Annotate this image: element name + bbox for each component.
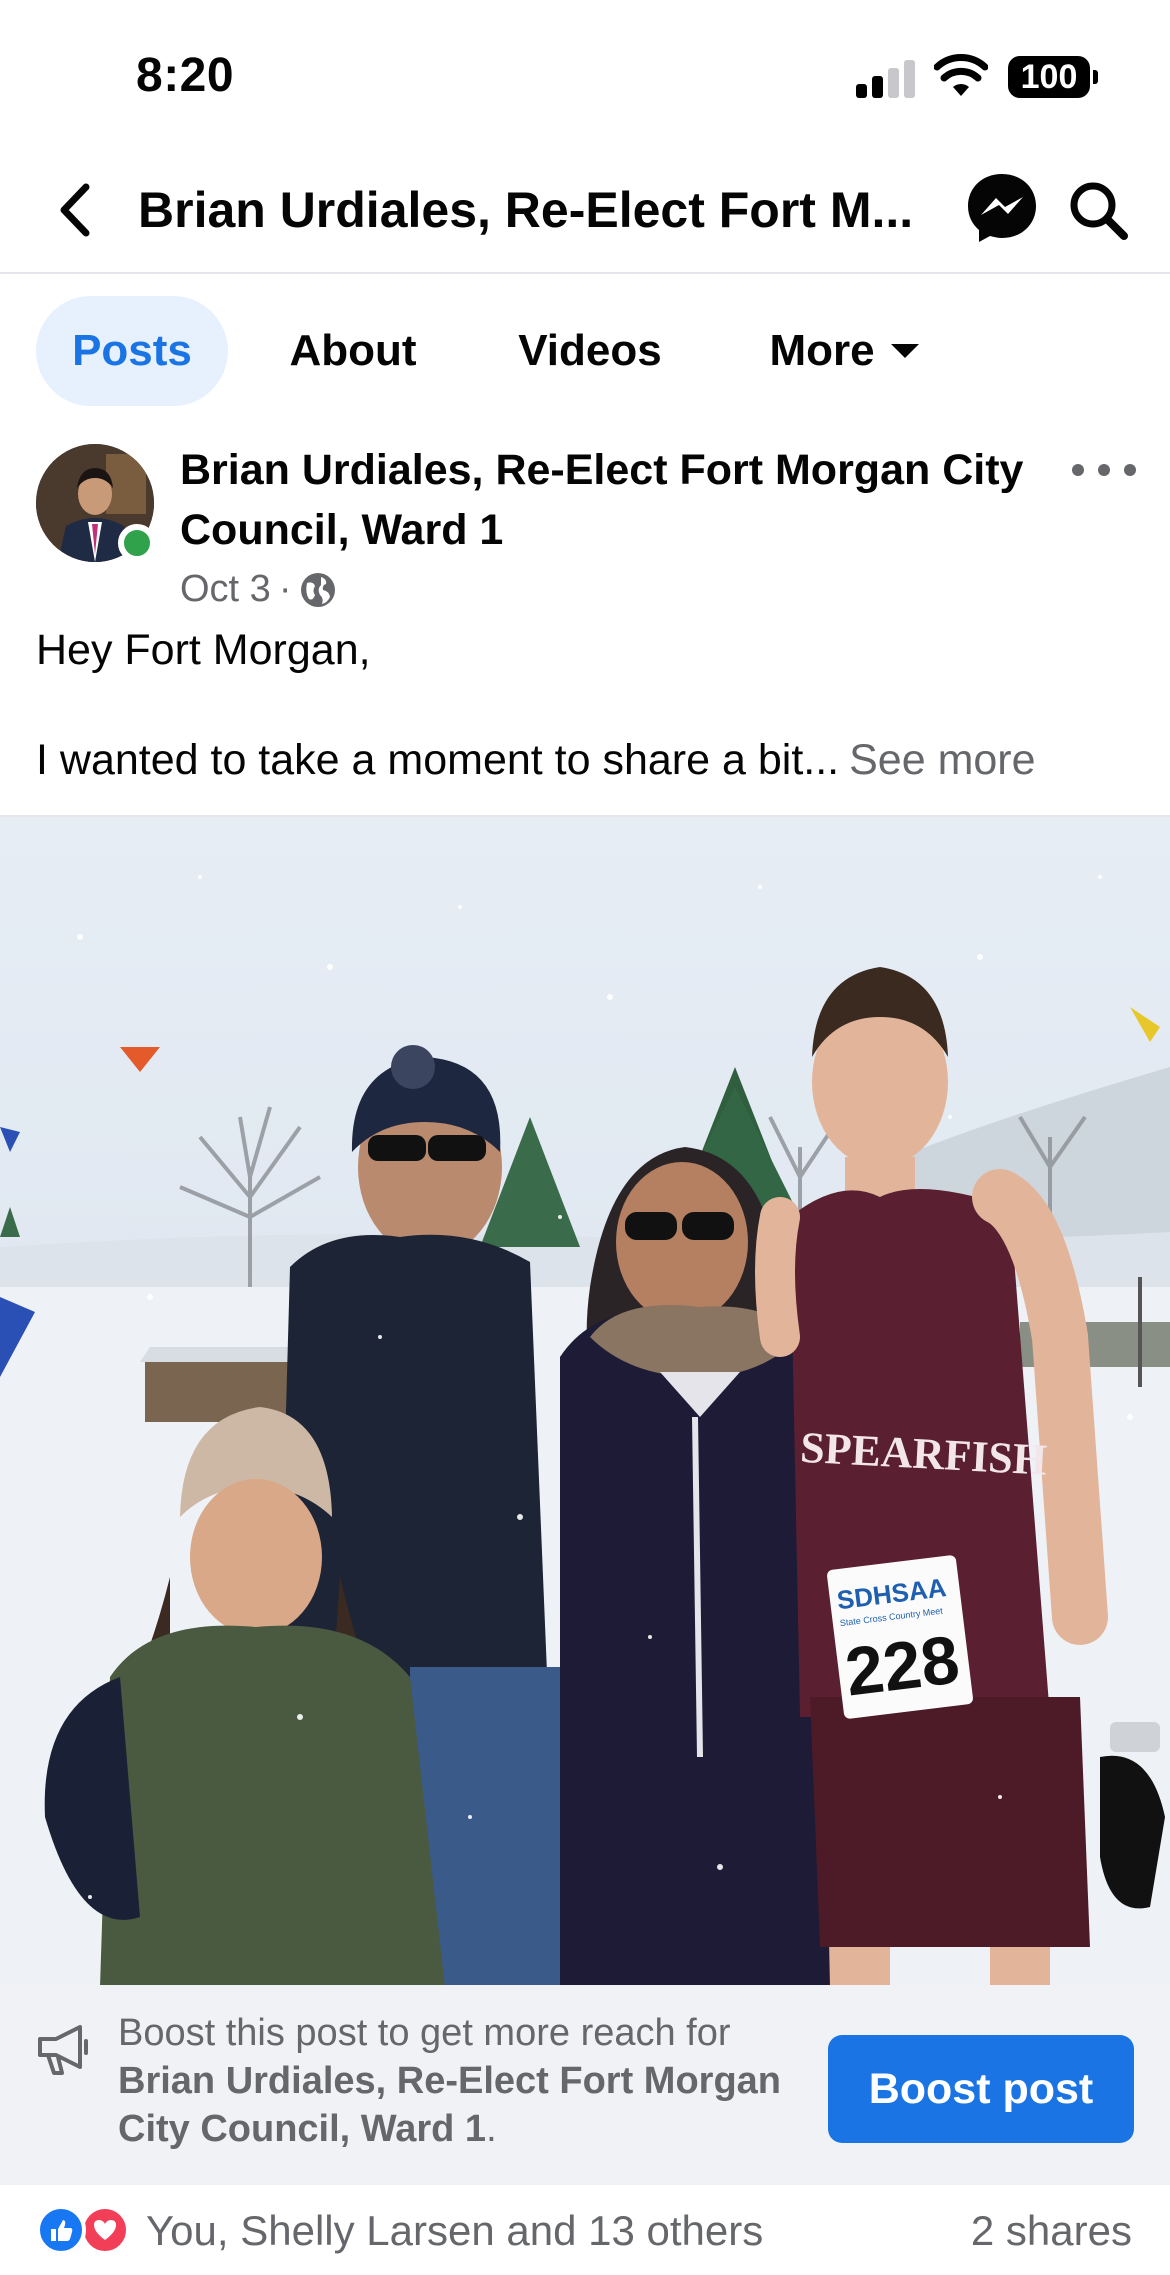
love-icon (80, 2205, 130, 2255)
reactions-bar: You, Shelly Larsen and 13 others 2 share… (0, 2185, 1170, 2275)
tab-more[interactable]: More (744, 296, 944, 406)
status-bar: 8:20 100 (0, 0, 1170, 150)
globe-icon (301, 572, 336, 607)
tab-about[interactable]: About (270, 296, 436, 406)
post-author[interactable]: Brian Urdiales, Re-Elect Fort Morgan Cit… (180, 440, 1040, 560)
status-time: 8:20 (136, 49, 235, 102)
boost-page-name: Brian Urdiales, Re-Elect Fort Morgan Cit… (118, 2060, 782, 2150)
online-status-badge (118, 524, 156, 562)
race-bib: SDHSAA State Cross Country Meet 228 (827, 1555, 973, 1719)
post-text-body: I wanted to take a moment to share a bit… (36, 732, 1036, 788)
dot-icon (1124, 464, 1136, 476)
back-arrow-icon (60, 183, 90, 237)
see-more-link[interactable]: See more (849, 736, 1035, 784)
dot-icon (1098, 464, 1110, 476)
post-photo[interactable]: SPEARFISH SDHSAA State Cross Country Mee… (0, 815, 1170, 1985)
bib-number: 228 (841, 1621, 963, 1710)
post-date[interactable]: Oct 3 (180, 568, 271, 611)
boost-post-button[interactable]: Boost post (828, 2035, 1134, 2143)
page-header: Brian Urdiales, Re-Elect Fort M... (0, 150, 1170, 274)
battery-level: 100 (1020, 57, 1078, 96)
post-meta: Oct 3 · (180, 568, 337, 611)
family-photo-illustration: SPEARFISH SDHSAA State Cross Country Mee… (0, 875, 1170, 1985)
tab-videos[interactable]: Videos (502, 296, 678, 406)
boost-prefix: Boost this post to get more reach for (118, 2012, 731, 2054)
tab-more-label: More (769, 326, 875, 375)
back-button[interactable] (44, 178, 104, 242)
shares-count[interactable]: 2 shares (971, 2207, 1132, 2255)
search-icon (1070, 182, 1128, 240)
page-title: Brian Urdiales, Re-Elect Fort M... (138, 182, 914, 238)
megaphone-icon (38, 2025, 88, 2075)
search-button[interactable] (1060, 172, 1136, 248)
battery-icon: 100 (1008, 56, 1098, 98)
signal-icon (856, 58, 916, 98)
wifi-icon (934, 54, 988, 96)
meta-separator: · (278, 568, 292, 610)
messenger-button[interactable] (962, 168, 1042, 248)
caret-down-icon (890, 344, 919, 358)
post-text-excerpt: I wanted to take a moment to share a bit… (36, 736, 840, 784)
boost-message: Boost this post to get more reach for Br… (118, 2009, 818, 2153)
dot-icon (1072, 464, 1084, 476)
messenger-icon (968, 174, 1036, 242)
post-options-button[interactable] (1072, 450, 1136, 490)
boost-suffix: . (486, 2108, 497, 2150)
tab-posts[interactable]: Posts (36, 296, 228, 406)
like-icon (36, 2205, 86, 2255)
post-text-greeting: Hey Fort Morgan, (36, 626, 371, 674)
page-tabs: Posts About Videos More (0, 296, 1170, 406)
reactions-summary[interactable]: You, Shelly Larsen and 13 others (146, 2207, 763, 2255)
boost-bar: Boost this post to get more reach for Br… (0, 1985, 1170, 2185)
